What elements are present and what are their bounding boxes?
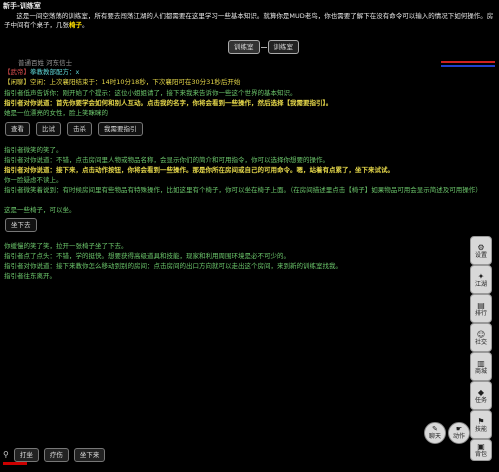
- bottom-progress: [3, 462, 27, 465]
- sit-button[interactable]: 坐下来: [73, 448, 106, 462]
- heal-button[interactable]: 疗伤: [43, 448, 69, 462]
- people-icon: ☺: [476, 329, 486, 339]
- npc-name[interactable]: 普通百姓 河东信士: [18, 59, 72, 67]
- exit-row: 训练室 训练室: [228, 40, 299, 54]
- bag-icon: ▣: [477, 442, 485, 451]
- exit-connector: [260, 46, 267, 48]
- channel-tag-chat: 【闲聊】: [4, 78, 30, 86]
- guide3-line-2: 指引者点了点头：不错，学的挺快。想要获得高级道具和技能，现家和利用周围环境是必不…: [4, 252, 290, 260]
- sidebar-item-label: 商城: [474, 367, 487, 375]
- sidebar-item-social[interactable]: ☺ 社交: [470, 323, 492, 352]
- status-bars: [441, 61, 495, 67]
- search-icon[interactable]: ⚲: [3, 449, 9, 461]
- exit-button-east[interactable]: 训练室: [267, 40, 299, 54]
- sidebar-item-label: 社交: [474, 338, 487, 346]
- sidebar-item-label: 江湖: [474, 280, 487, 288]
- channel-line-1: 【武帝】拳教教部配方：x: [4, 68, 79, 77]
- sidebar-item-label: 背包: [474, 451, 487, 458]
- room-description-end: 。: [82, 21, 89, 30]
- sidebar-item-skills[interactable]: ⚑ 技能: [470, 410, 492, 439]
- chair-action-row: 坐下去: [5, 218, 37, 232]
- sidebar-item-settings[interactable]: ⚙ 设置: [470, 236, 492, 265]
- sidebar-item-label: 设置: [474, 251, 487, 259]
- channel-line-2: 【闲聊】空闲：上次襄阳结束于：14时10分18秒，下次襄阳可在30分31秒后开始: [4, 78, 240, 87]
- chair-link[interactable]: 椅子: [69, 21, 82, 29]
- window-title: 新手-训练室: [3, 2, 41, 10]
- action-button[interactable]: ☛ 动作: [448, 422, 470, 444]
- guide2-line-5: 指引者微笑着说到：有时候房间里有些物品有特殊操作，比如这里有个椅子，你可以坐在椅…: [4, 186, 482, 194]
- npc-action-row: 查看 比试 击杀 我需要指引: [5, 122, 143, 136]
- guide-line-2: 指引者对你说道：首先你要学会如何和别人互动。点击我的名字，你将会看到一些操作，然…: [4, 99, 333, 107]
- guide2-line-2: 指引者对你说道：不错，点击房间里人物或物品名称，会显示你们的简介和可用指令，你可…: [4, 156, 329, 164]
- flag-icon: ⚑: [477, 416, 485, 426]
- chat-label: 聊天: [428, 433, 441, 440]
- guide3-line-4: 指引者往东离开。: [4, 272, 56, 280]
- npc-line: 普通百姓 河东信士: [18, 59, 72, 68]
- guide-line-3: 她是一位漂亮的女性，脸上笑眯眯的: [4, 109, 108, 117]
- guide2-line-4: 你一脸疑虑不读上。: [4, 176, 63, 184]
- sidebar-item-label: 任务: [474, 396, 487, 404]
- compass-icon: ✦: [477, 271, 485, 281]
- room-description: 这是一间空荡荡的训练室，所有要去闯荡江湖的人们都需要在这里学习一些基本知识。就算…: [4, 12, 494, 31]
- channel-text-1: 拳教教部配方：x: [30, 68, 80, 76]
- need-guide-button[interactable]: 我需要指引: [98, 122, 143, 136]
- guide-line-1: 指引者低声告诉你：刚开始了个提示：这位小姐姐请了，接下来我来告诉你一些这个世界的…: [4, 89, 297, 97]
- sidebar-item-label: 技能: [474, 425, 487, 433]
- spar-button[interactable]: 比试: [36, 122, 61, 136]
- kill-button[interactable]: 击杀: [67, 122, 92, 136]
- look-button[interactable]: 查看: [5, 122, 30, 136]
- mana-bar: [441, 65, 495, 67]
- exit-button-west[interactable]: 训练室: [228, 40, 260, 54]
- channel-tag-wudi: 【武帝】: [4, 68, 30, 76]
- shop-icon: ▥: [477, 358, 485, 368]
- guide3-line-1: 你缓慢的笑了笑，拉开一张椅子坐了下去。: [4, 242, 128, 250]
- sit-down-button[interactable]: 坐下去: [5, 218, 37, 232]
- health-bar: [441, 61, 495, 63]
- channel-text-2: 空闲：上次襄阳结束于：14时10分18秒，下次襄阳可在30分31秒后开始: [30, 78, 241, 86]
- sidebar-item-shop[interactable]: ▥ 商城: [470, 352, 492, 381]
- gear-icon: ⚙: [477, 242, 485, 252]
- guide2-line-3: 指引者对你说道：接下来，点击动作按钮，你将会看到一些操作。那是你所在房间或自己的…: [4, 166, 394, 174]
- chat-button[interactable]: ✎ 聊天: [424, 422, 446, 444]
- action-icon: ☛: [455, 425, 463, 433]
- sidebar-item-ranking[interactable]: ▤ 排行: [470, 294, 492, 323]
- action-label: 动作: [452, 433, 465, 440]
- sidebar-item-bag[interactable]: ▣ 背包: [470, 439, 492, 461]
- sidebar-item-jianghu[interactable]: ✦ 江湖: [470, 265, 492, 294]
- ranking-icon: ▤: [477, 300, 485, 310]
- sidebar-item-quest[interactable]: ◆ 任务: [470, 381, 492, 410]
- guide3-line-3: 指引者对你说道：接下来教你怎么移动到别的房间：点击房间的出口方向就可以走出这个房…: [4, 262, 342, 270]
- sidebar-item-label: 排行: [474, 309, 487, 317]
- chat-icon: ✎: [432, 425, 438, 433]
- guide2-line-1: 指引者微笑的笑了。: [4, 146, 63, 154]
- meditate-button[interactable]: 打坐: [13, 448, 39, 462]
- quest-icon: ◆: [477, 387, 485, 397]
- bottom-bar: ⚲ 打坐 疗伤 坐下来: [3, 448, 106, 462]
- guide2-line-6: 这是一些椅子，可以坐。: [4, 206, 76, 214]
